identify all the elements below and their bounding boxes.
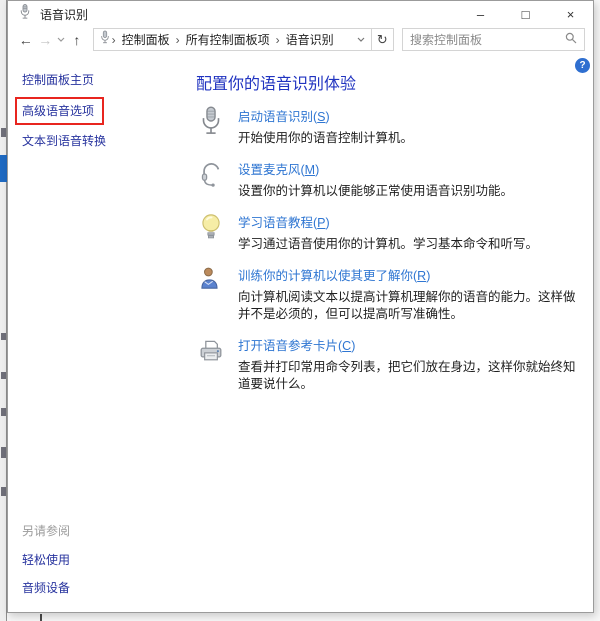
background-window-sliver: [0, 0, 7, 621]
background-text-fragment: [1, 333, 6, 340]
lightbulb-icon: [196, 212, 226, 242]
microphone-icon: [196, 106, 226, 136]
headset-icon: [196, 159, 226, 189]
sidebar-item-advanced-speech-options[interactable]: 高级语音选项: [22, 102, 94, 119]
speech-recognition-window: 语音识别 – □ × ← → ↑ › 控制面板 › 所: [7, 0, 594, 613]
background-text-fragment: [1, 487, 6, 496]
refresh-icon[interactable]: ↻: [372, 28, 394, 51]
address-dropdown-chevron-icon[interactable]: [351, 29, 371, 50]
train-your-computer-link[interactable]: 训练你的计算机以使其更了解你(R): [238, 265, 430, 284]
title-bar[interactable]: 语音识别 – □ ×: [8, 1, 593, 27]
breadcrumb-control-panel[interactable]: 控制面板: [117, 31, 175, 48]
background-desktop-fragment: [40, 614, 42, 621]
task-set-up-microphone: 设置麦克风(M) 设置你的计算机以便能够正常使用语音识别功能。: [196, 159, 583, 200]
address-bar: ← → ↑ › 控制面板 › 所有控制面板项 › 语音识别: [8, 27, 593, 57]
see-also-header: 另请参阅: [22, 522, 188, 539]
open-speech-reference-card-link[interactable]: 打开语音参考卡片(C): [238, 335, 355, 354]
start-speech-recognition-link[interactable]: 启动语音识别(S): [238, 106, 330, 125]
task-train-your-computer: 训练你的计算机以使其更了解你(R) 向计算机阅读文本以提高计算机理解你的语音的能…: [196, 265, 583, 323]
annotation-red-box: 高级语音选项: [15, 97, 104, 125]
microphone-app-icon: [18, 4, 32, 24]
search-box[interactable]: [402, 28, 585, 51]
forward-arrow-icon[interactable]: →: [36, 33, 56, 47]
main-content: 配置你的语音识别体验 启动语音识别(S) 开始使用: [188, 57, 593, 612]
back-arrow-icon[interactable]: ←: [16, 33, 36, 47]
search-icon[interactable]: [565, 31, 577, 49]
background-text-fragment: [1, 408, 6, 416]
sidebar-item-control-panel-home[interactable]: 控制面板主页: [22, 71, 94, 88]
task-description: 开始使用你的语音控制计算机。: [238, 130, 413, 147]
person-icon: [196, 265, 226, 295]
task-description: 查看并打印常用命令列表，把它们放在身边，这样你就始终知道要说什么。: [238, 359, 583, 393]
task-description: 设置你的计算机以便能够正常使用语音识别功能。: [238, 183, 513, 200]
task-start-speech-recognition: 启动语音识别(S) 开始使用你的语音控制计算机。: [196, 106, 583, 147]
background-text-fragment: [1, 372, 6, 379]
sidebar-item-text-to-speech[interactable]: 文本到语音转换: [22, 132, 106, 149]
sidebar: 控制面板主页 高级语音选项 文本到语音转换 另请参阅 轻松使用 音频设备: [8, 57, 188, 612]
background-selected-row: [0, 155, 7, 182]
breadcrumb-speech-recognition[interactable]: 语音识别: [281, 31, 339, 48]
help-button[interactable]: ?: [575, 58, 590, 73]
microphone-breadcrumb-icon: [99, 30, 111, 49]
sidebar-item-ease-of-access[interactable]: 轻松使用: [22, 551, 70, 568]
window-title: 语音识别: [40, 6, 88, 23]
close-button[interactable]: ×: [548, 1, 593, 27]
task-open-speech-reference-card: 打开语音参考卡片(C) 查看并打印常用命令列表，把它们放在身边，这样你就始终知道…: [196, 335, 583, 393]
breadcrumb-all-items[interactable]: 所有控制面板项: [181, 31, 275, 48]
task-description: 向计算机阅读文本以提高计算机理解你的语音的能力。这样做并不是必须的，但可以提高听…: [238, 289, 583, 323]
background-text-fragment: [1, 447, 6, 458]
task-description: 学习通过语音使用你的计算机。学习基本命令和听写。: [238, 236, 538, 253]
page-title: 配置你的语音识别体验: [196, 70, 583, 94]
take-speech-tutorial-link[interactable]: 学习语音教程(P): [238, 212, 330, 231]
maximize-button[interactable]: □: [503, 1, 548, 27]
search-input[interactable]: [410, 33, 565, 47]
background-text-fragment: [1, 128, 6, 137]
see-also-section: 另请参阅 轻松使用 音频设备: [22, 522, 188, 596]
minimize-button[interactable]: –: [458, 1, 503, 27]
up-arrow-icon[interactable]: ↑: [67, 33, 87, 47]
window-body: ? 控制面板主页 高级语音选项 文本到语音转换 另请参阅 轻松使用 音频设备 配…: [8, 57, 593, 612]
sidebar-item-audio-devices[interactable]: 音频设备: [22, 579, 70, 596]
breadcrumb[interactable]: › 控制面板 › 所有控制面板项 › 语音识别: [93, 28, 372, 51]
task-take-speech-tutorial: 学习语音教程(P) 学习通过语音使用你的计算机。学习基本命令和听写。: [196, 212, 583, 253]
printer-icon: [196, 335, 226, 365]
set-up-microphone-link[interactable]: 设置麦克风(M): [238, 159, 319, 178]
recent-pages-chevron-icon[interactable]: [55, 37, 67, 42]
